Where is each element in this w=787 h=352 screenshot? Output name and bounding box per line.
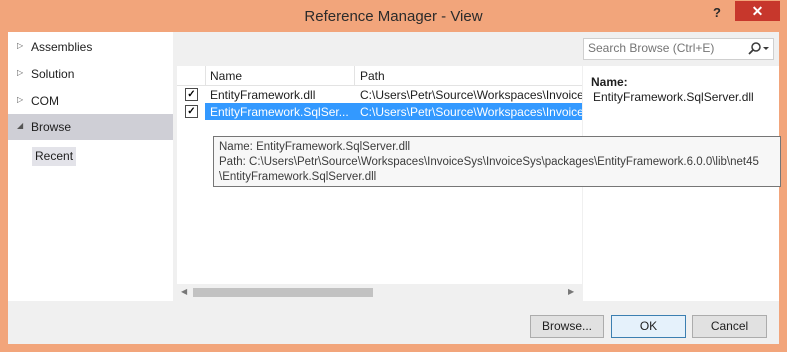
search-input[interactable] [588, 41, 738, 55]
column-separator[interactable] [354, 66, 355, 85]
expand-arrow-icon: ▷ [17, 41, 24, 50]
row-path: C:\Users\Petr\Source\Workspaces\InvoiceS… [360, 88, 582, 102]
row-name: EntityFramework.SqlSer... [210, 105, 349, 119]
column-header-name[interactable]: Name [210, 69, 242, 83]
nav-item-label: Browse [31, 120, 72, 134]
expand-arrow-icon: ▷ [17, 68, 24, 77]
nav-item-assemblies[interactable]: ▷ Assemblies [8, 34, 173, 60]
include-checkbox[interactable]: ✓ [185, 88, 198, 101]
cancel-button[interactable]: Cancel [692, 315, 767, 338]
row-path: C:\Users\Petr\Source\Workspaces\InvoiceS… [360, 105, 582, 119]
column-header-path[interactable]: Path [360, 69, 385, 83]
nav-subitem-recent[interactable]: Recent [32, 147, 77, 166]
table-row-selected[interactable]: ✓ EntityFramework.SqlSer... C:\Users\Pet… [177, 103, 582, 120]
tooltip-line: \EntityFramework.SqlServer.dll [219, 171, 377, 183]
horizontal-scrollbar[interactable]: ◀ ▶ [177, 284, 582, 301]
browse-button[interactable]: Browse... [530, 315, 604, 338]
nav-item-label: Assemblies [31, 40, 93, 54]
search-icon[interactable] [746, 41, 770, 57]
list-header: Name Path [177, 66, 582, 86]
scroll-right-icon[interactable]: ▶ [568, 287, 574, 296]
title-bar[interactable]: Reference Manager - View ? ✕ [0, 0, 787, 32]
table-row[interactable]: ✓ EntityFramework.dll C:\Users\Petr\Sour… [177, 86, 582, 103]
nav-item-label: Solution [31, 67, 75, 81]
category-nav: ▷ Assemblies ▷ Solution ▷ COM ◢ Browse R… [8, 32, 173, 301]
search-box[interactable] [583, 38, 774, 60]
nav-item-label: COM [31, 94, 59, 108]
include-checkbox[interactable]: ✓ [185, 105, 198, 118]
reference-manager-window: Reference Manager - View ? ✕ ▷ Assemblie… [0, 0, 787, 352]
path-tooltip: Name: EntityFramework.SqlServer.dll Path… [213, 136, 781, 187]
details-name-value: EntityFramework.SqlServer.dll [593, 90, 754, 104]
scroll-left-icon[interactable]: ◀ [181, 287, 187, 296]
collapse-arrow-icon: ◢ [17, 121, 24, 130]
window-title: Reference Manager - View [304, 8, 483, 25]
scrollbar-thumb[interactable] [193, 288, 373, 297]
tooltip-line: Path: C:\Users\Petr\Source\Workspaces\In… [219, 156, 759, 168]
dialog-client-area: ▷ Assemblies ▷ Solution ▷ COM ◢ Browse R… [8, 32, 781, 344]
tooltip-line: Name: EntityFramework.SqlServer.dll [219, 141, 411, 153]
expand-arrow-icon: ▷ [17, 95, 24, 104]
nav-item-com[interactable]: ▷ COM [8, 88, 173, 114]
help-button[interactable]: ? [713, 5, 721, 20]
nav-item-solution[interactable]: ▷ Solution [8, 61, 173, 87]
ok-button[interactable]: OK [611, 315, 686, 338]
details-name-label: Name: [591, 75, 628, 89]
column-separator[interactable] [205, 66, 206, 85]
nav-item-browse[interactable]: ◢ Browse [8, 114, 173, 140]
row-name: EntityFramework.dll [210, 88, 316, 102]
close-button[interactable]: ✕ [735, 1, 780, 21]
